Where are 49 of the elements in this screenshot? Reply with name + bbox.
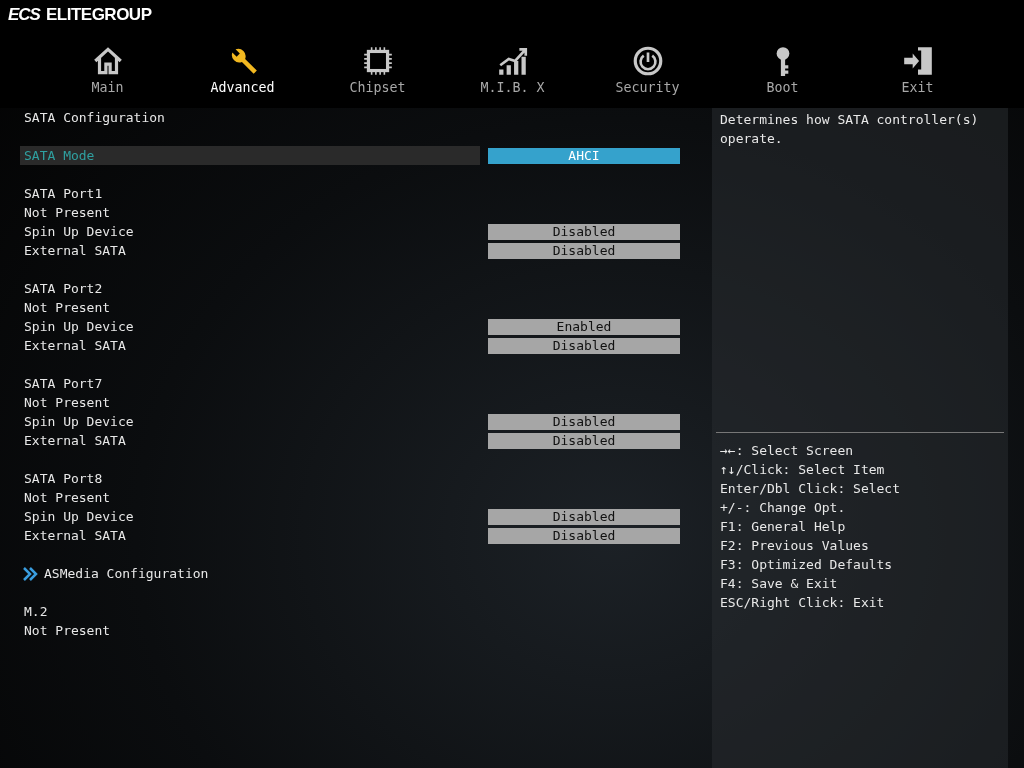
menu-tab[interactable]: Main xyxy=(40,44,175,95)
setting-label: Not Present xyxy=(23,622,112,640)
setting-label[interactable]: External SATA xyxy=(20,526,480,545)
brand-logo: ECS xyxy=(8,5,40,25)
option-value[interactable]: Disabled xyxy=(488,223,680,240)
setting-label: SATA Port1 xyxy=(23,185,104,203)
brand-name: ELITEGROUP xyxy=(45,5,152,25)
key-hint: F3: Optimized Defaults xyxy=(720,556,894,574)
chevron-icon xyxy=(22,565,38,582)
option-value[interactable]: Disabled xyxy=(488,527,680,544)
setting-label: Not Present xyxy=(23,299,112,317)
setting-label[interactable]: External SATA xyxy=(20,431,480,450)
key-hint: ↑↓/Click: Select Item xyxy=(720,461,886,479)
setting-label[interactable]: Spin Up Device xyxy=(20,222,480,241)
key-hint: +/-: Change Opt. xyxy=(720,499,847,517)
setting-label: SATA Port8 xyxy=(23,470,104,488)
setting-label[interactable]: Spin Up Device xyxy=(20,317,480,336)
option-value[interactable]: Disabled xyxy=(488,432,680,449)
menu-tab[interactable]: Security xyxy=(580,44,715,95)
setting-label: SATA Port7 xyxy=(23,375,104,393)
option-value[interactable]: Disabled xyxy=(488,242,680,259)
key-hint: F2: Previous Values xyxy=(720,537,870,555)
setting-label[interactable]: External SATA xyxy=(20,241,480,260)
option-value[interactable]: Disabled xyxy=(488,337,680,354)
setting-label[interactable]: SATA Mode xyxy=(20,146,480,165)
menu-tab[interactable]: Exit xyxy=(850,44,985,95)
setting-label: Not Present xyxy=(23,394,112,412)
option-value[interactable]: Enabled xyxy=(488,318,680,335)
key-hint: F1: General Help xyxy=(720,518,847,536)
help-text: Determines how SATA controller(s) operate. xyxy=(719,111,980,148)
submenu-link[interactable]: ASMedia Configuration xyxy=(20,565,209,582)
menu-tab[interactable]: M.I.B. X xyxy=(445,44,580,95)
setting-label[interactable]: External SATA xyxy=(20,336,480,355)
setting-label: Not Present xyxy=(23,204,112,222)
key-hint: F4: Save & Exit xyxy=(720,575,839,593)
setting-label[interactable]: Spin Up Device xyxy=(20,412,480,431)
setting-label: Not Present xyxy=(23,489,112,507)
setting-label: SATA Port2 xyxy=(23,280,104,298)
key-hint: →←: Select Screen xyxy=(720,442,855,460)
setting-label: M.2 xyxy=(23,603,49,621)
setting-label: SATA Configuration xyxy=(23,109,166,127)
option-value[interactable]: Disabled xyxy=(488,508,680,525)
key-hint: Enter/Dbl Click: Select xyxy=(720,480,901,498)
option-value[interactable]: Disabled xyxy=(488,413,680,430)
key-hint: ESC/Right Click: Exit xyxy=(720,594,886,612)
setting-label[interactable]: Spin Up Device xyxy=(20,507,480,526)
menu-tab[interactable]: Advanced xyxy=(175,44,310,95)
menu-tab[interactable]: Chipset xyxy=(310,44,445,95)
menu-tab[interactable]: Boot xyxy=(715,44,850,95)
